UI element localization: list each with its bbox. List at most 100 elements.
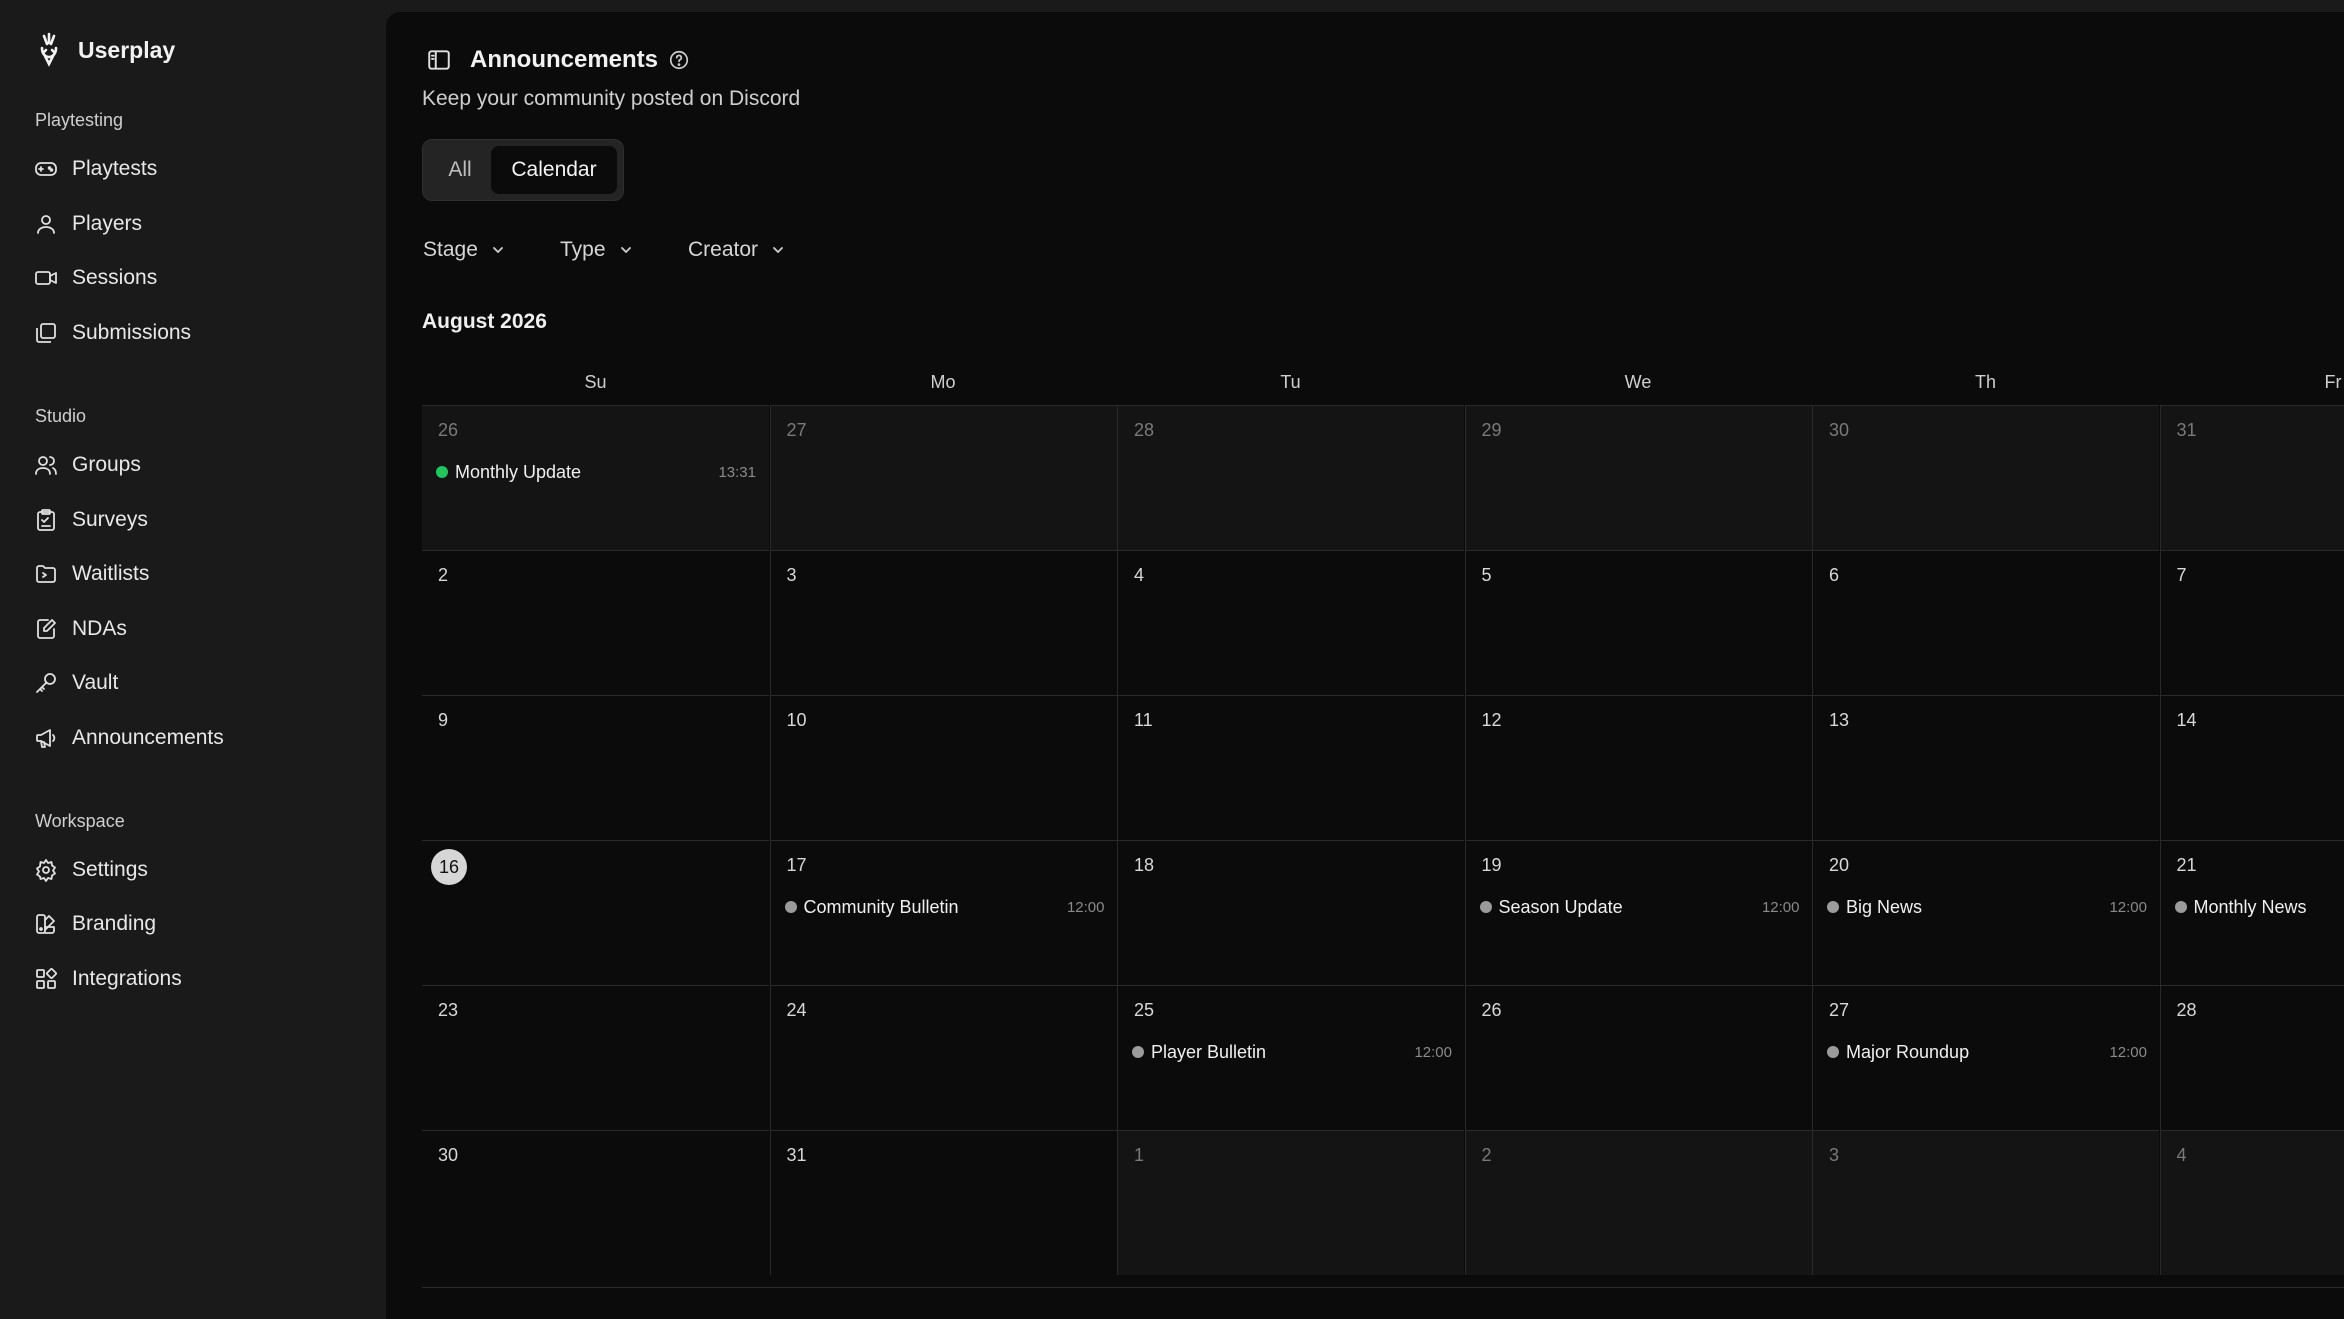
calendar-day-cell[interactable]: 4 xyxy=(2159,1130,2344,1275)
calendar-event[interactable]: Major Roundup 12:00 xyxy=(1827,1038,2147,1066)
day-number: 12 xyxy=(1481,710,1502,730)
day-number: 14 xyxy=(2176,710,2197,730)
event-title: Monthly Update xyxy=(455,461,582,482)
sidebar-item-surveys[interactable]: Surveys xyxy=(34,502,364,538)
calendar-day-cell[interactable]: 21 Monthly News xyxy=(2159,840,2344,985)
calendar-day-cell[interactable]: 30 xyxy=(422,1130,769,1275)
day-number: 5 xyxy=(1481,565,1492,585)
calendar-day-cell[interactable]: 27 xyxy=(769,405,1117,550)
calendar-day-cell[interactable]: 1 xyxy=(1117,1130,1464,1275)
calendar-day-cell[interactable]: 28 xyxy=(1117,405,1464,550)
calendar-day-cell[interactable]: 4 xyxy=(1117,550,1464,695)
weekday-label: Fr xyxy=(2324,372,2342,392)
calendar-event[interactable]: Player Bulletin 12:00 xyxy=(1132,1038,1452,1066)
calendar-day-cell[interactable]: 31 xyxy=(769,1130,1117,1275)
calendar-day-cell[interactable]: 25 Player Bulletin 12:00 xyxy=(1117,985,1464,1130)
event-status-dot xyxy=(1827,901,1839,913)
calendar-day-cell[interactable]: 26 xyxy=(1464,985,1812,1130)
day-number: 23 xyxy=(438,1000,459,1020)
user-icon xyxy=(37,215,55,234)
sidebar-item-announcements[interactable]: Announcements xyxy=(34,720,364,756)
calendar-event[interactable]: Monthly Update 13:31 xyxy=(436,458,756,486)
calendar-day-cell[interactable]: 27 Major Roundup 12:00 xyxy=(1812,985,2159,1130)
calendar-day-cell[interactable]: 23 xyxy=(422,985,769,1130)
sidebar-item-integrations[interactable]: Integrations xyxy=(34,961,364,997)
calendar-day-cell[interactable]: 3 xyxy=(769,550,1117,695)
month-title: August 2026 xyxy=(422,310,547,333)
calendar-day-cell[interactable]: 29 xyxy=(1464,405,1812,550)
calendar-event[interactable]: Community Bulletin 12:00 xyxy=(784,893,1105,921)
sidebar-item-vault[interactable]: Vault xyxy=(34,665,364,701)
day-number: 19 xyxy=(1481,855,1502,875)
sidebar-item-branding[interactable]: Branding xyxy=(34,906,364,942)
calendar-day-cell[interactable]: 24 xyxy=(769,985,1117,1130)
day-number: 3 xyxy=(1829,1145,1840,1165)
today-day-number: 16 xyxy=(431,849,467,885)
calendar-day-cell[interactable]: 13 xyxy=(1812,695,2159,840)
view-all-button[interactable]: All xyxy=(429,146,491,194)
sidebar-item-waitlists[interactable]: Waitlists xyxy=(34,556,364,592)
nav-section-studio: Studio xyxy=(35,406,87,426)
filter-creator[interactable]: Creator xyxy=(688,234,786,266)
calendar-day-cell[interactable]: 2 xyxy=(422,550,769,695)
sidebar-item-playtests[interactable]: Playtests xyxy=(34,151,364,187)
day-number: 26 xyxy=(438,420,459,440)
waitlist-icon xyxy=(36,565,56,583)
sidebar-item-sessions[interactable]: Sessions xyxy=(34,260,364,296)
calendar-day-cell[interactable]: 20 Big News 12:00 xyxy=(1812,840,2159,985)
chevron-down-icon xyxy=(773,247,783,253)
title-row: Announcements xyxy=(426,42,690,78)
toggle-sidebar-icon[interactable] xyxy=(426,47,452,73)
day-number: 2 xyxy=(1481,1145,1492,1165)
calendar-day-cell[interactable]: 6 xyxy=(1812,550,2159,695)
filter-stage[interactable]: Stage xyxy=(423,234,506,266)
calendar-day-cell[interactable]: 12 xyxy=(1464,695,1812,840)
calendar-day-cell[interactable]: 26 Monthly Update 13:31 xyxy=(422,405,769,550)
calendar-day-cell[interactable]: 18 xyxy=(1117,840,1464,985)
calendar-day-cell[interactable]: 7 xyxy=(2159,550,2344,695)
event-title: Community Bulletin xyxy=(803,896,959,917)
sidebar-item-submissions[interactable]: Submissions xyxy=(34,315,364,351)
sidebar-item-players[interactable]: Players xyxy=(34,206,364,242)
sidebar-item-groups[interactable]: Groups xyxy=(34,447,364,483)
help-icon[interactable] xyxy=(668,49,690,71)
sidebar-item-settings[interactable]: Settings xyxy=(34,852,364,888)
day-number: 9 xyxy=(438,710,449,730)
calendar-day-cell[interactable]: 31 xyxy=(2159,405,2344,550)
sidebar-item-label: Vault xyxy=(72,671,119,694)
sidebar-item-ndas[interactable]: NDAs xyxy=(34,611,364,647)
day-number: 6 xyxy=(1829,565,1840,585)
sidebar-item-label: Settings xyxy=(72,858,148,881)
event-status-dot xyxy=(2174,901,2187,913)
document-edit-icon xyxy=(37,619,56,639)
calendar-event[interactable]: Monthly News xyxy=(2174,893,2344,921)
calendar-day-cell[interactable]: 28 xyxy=(2159,985,2344,1130)
sidebar-item-label: Groups xyxy=(72,453,141,476)
filter-type[interactable]: Type xyxy=(560,234,634,266)
calendar-day-cell[interactable]: 16 xyxy=(422,840,769,985)
day-number: 28 xyxy=(2176,1000,2197,1020)
calendar-day-cell[interactable]: 2 xyxy=(1464,1130,1812,1275)
calendar-day-cell[interactable]: 19 Season Update 12:00 xyxy=(1464,840,1812,985)
calendar-event[interactable]: Big News 12:00 xyxy=(1827,893,2147,921)
view-calendar-button[interactable]: Calendar xyxy=(491,146,617,194)
day-number: 31 xyxy=(786,1145,807,1165)
event-status-dot xyxy=(436,466,448,478)
day-number: 30 xyxy=(1829,420,1850,440)
calendar-day-cell[interactable]: 11 xyxy=(1117,695,1464,840)
event-time: 12:00 xyxy=(1066,898,1105,916)
calendar-day-cell[interactable]: 30 xyxy=(1812,405,2159,550)
grid-divider xyxy=(422,1287,2344,1288)
calendar-day-cell[interactable]: 17 Community Bulletin 12:00 xyxy=(769,840,1117,985)
calendar-day-cell[interactable]: 5 xyxy=(1464,550,1812,695)
sidebar-item-label: Branding xyxy=(72,912,157,935)
submissions-icon xyxy=(36,323,56,343)
calendar-day-cell[interactable]: 9 xyxy=(422,695,769,840)
calendar-event[interactable]: Season Update 12:00 xyxy=(1479,893,1800,921)
calendar-day-cell[interactable]: 14 xyxy=(2159,695,2344,840)
calendar-day-cell[interactable]: 3 xyxy=(1812,1130,2159,1275)
brand[interactable]: Userplay xyxy=(34,30,175,70)
calendar-day-cell[interactable]: 10 xyxy=(769,695,1117,840)
users-icon xyxy=(35,456,57,475)
day-number: 17 xyxy=(786,855,807,875)
